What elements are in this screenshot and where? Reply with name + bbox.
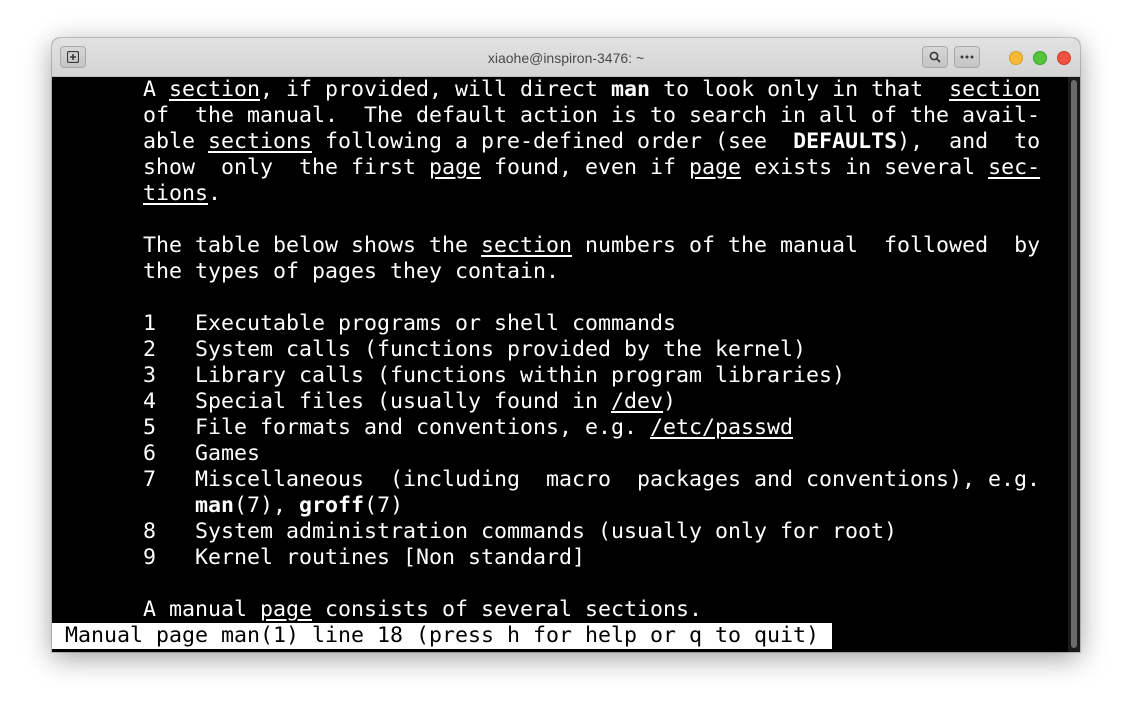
underlined-text: page (689, 155, 742, 180)
title-bar[interactable]: xiaohe@inspiron-3476: ~ (52, 38, 1080, 77)
text-segment: A manual (52, 597, 261, 622)
terminal-line: 3 Library calls (functions within progra… (52, 363, 1040, 389)
text-segment: (7), (234, 493, 300, 518)
underlined-text: /dev (611, 389, 664, 414)
text-segment: 1 Executable programs or shell commands (52, 311, 677, 336)
underlined-text: section (481, 233, 573, 258)
man-page-text: A section, if provided, will direct man … (52, 77, 1040, 623)
bold-text: man (195, 493, 235, 518)
close-button[interactable] (1057, 51, 1071, 65)
text-segment: 3 Library calls (functions within progra… (52, 363, 846, 388)
bold-text: man (611, 77, 651, 102)
text-segment: 8 System administration commands (usuall… (52, 519, 898, 544)
terminal-line: 5 File formats and conventions, e.g. /et… (52, 415, 1040, 441)
text-segment: the types of pages they contain. (52, 259, 560, 284)
terminal-line: 8 System administration commands (usuall… (52, 519, 1040, 545)
text-segment: exists in several (741, 155, 989, 180)
text-segment: able (52, 129, 209, 154)
underlined-text: tions (143, 181, 209, 206)
bold-text: DEFAULTS (793, 129, 898, 154)
text-segment: 7 Miscellaneous (including macro package… (52, 467, 1041, 492)
new-tab-icon (67, 51, 79, 63)
text-segment: . (208, 181, 222, 206)
terminal-line: 4 Special files (usually found in /dev) (52, 389, 1040, 415)
terminal-line: A manual page consists of several sectio… (52, 597, 1040, 623)
underlined-text: section (949, 77, 1041, 102)
text-segment: ), and to (897, 129, 1041, 154)
search-button[interactable] (922, 46, 948, 68)
terminal-line: 9 Kernel routines [Non standard] (52, 545, 1040, 571)
scrollbar-thumb[interactable] (1071, 80, 1077, 648)
text-segment: of the manual. The default action is to … (52, 103, 1041, 128)
underlined-text: sec- (988, 155, 1041, 180)
terminal-line: 7 Miscellaneous (including macro package… (52, 467, 1040, 493)
underlined-text: page (260, 597, 313, 622)
text-segment: to look only in that (650, 77, 950, 102)
search-icon (929, 51, 941, 63)
terminal-line: man(7), groff(7) (52, 493, 1040, 519)
text-segment: 5 File formats and conventions, e.g. (52, 415, 651, 440)
terminal-line: able sections following a pre-defined or… (52, 129, 1040, 155)
terminal-line: The table below shows the section number… (52, 233, 1040, 259)
menu-dots-icon (960, 55, 974, 59)
terminal-line: 1 Executable programs or shell commands (52, 311, 1040, 337)
terminal-window: xiaohe@inspiron-3476: ~ A section, if pr… (52, 38, 1080, 652)
text-segment: 2 System calls (functions provided by th… (52, 337, 807, 362)
terminal-line: of the manual. The default action is to … (52, 103, 1040, 129)
text-segment: numbers of the manual followed by (572, 233, 1041, 258)
terminal-line: the types of pages they contain. (52, 259, 1040, 285)
bold-text: groff (299, 493, 365, 518)
terminal-line: tions. (52, 181, 1040, 207)
text-segment: ) (663, 389, 677, 414)
underlined-text: section (169, 77, 261, 102)
terminal-line: A section, if provided, will direct man … (52, 77, 1040, 103)
text-segment: A (52, 77, 170, 102)
text-segment: consists of several sections. (312, 597, 703, 622)
text-segment: 4 Special files (usually found in (52, 389, 612, 414)
new-tab-button[interactable] (60, 46, 86, 68)
pager-status-line: Manual page man(1) line 18 (press h for … (52, 623, 833, 649)
terminal-line: 2 System calls (functions provided by th… (52, 337, 1040, 363)
text-segment: The table below shows the (52, 233, 482, 258)
text-segment: following a pre-defined order (see (312, 129, 794, 154)
text-segment: 9 Kernel routines [Non standard] (52, 545, 586, 570)
scrollbar[interactable] (1068, 77, 1080, 652)
underlined-text: /etc/passwd (650, 415, 794, 440)
menu-button[interactable] (954, 46, 980, 68)
text-segment (52, 493, 195, 518)
terminal-line: show only the first page found, even if … (52, 155, 1040, 181)
terminal-line: 6 Games (52, 441, 1040, 467)
text-segment: 6 Games (52, 441, 261, 466)
terminal-content[interactable]: A section, if provided, will direct man … (52, 77, 1080, 652)
text-segment: found, even if (481, 155, 690, 180)
maximize-button[interactable] (1033, 51, 1047, 65)
text-segment (52, 181, 143, 206)
underlined-text: page (429, 155, 482, 180)
text-segment: (7) (364, 493, 404, 518)
text-segment: , if provided, will direct (260, 77, 612, 102)
text-segment: show only the first (52, 155, 430, 180)
underlined-text: sections (208, 129, 313, 154)
minimize-button[interactable] (1009, 51, 1023, 65)
